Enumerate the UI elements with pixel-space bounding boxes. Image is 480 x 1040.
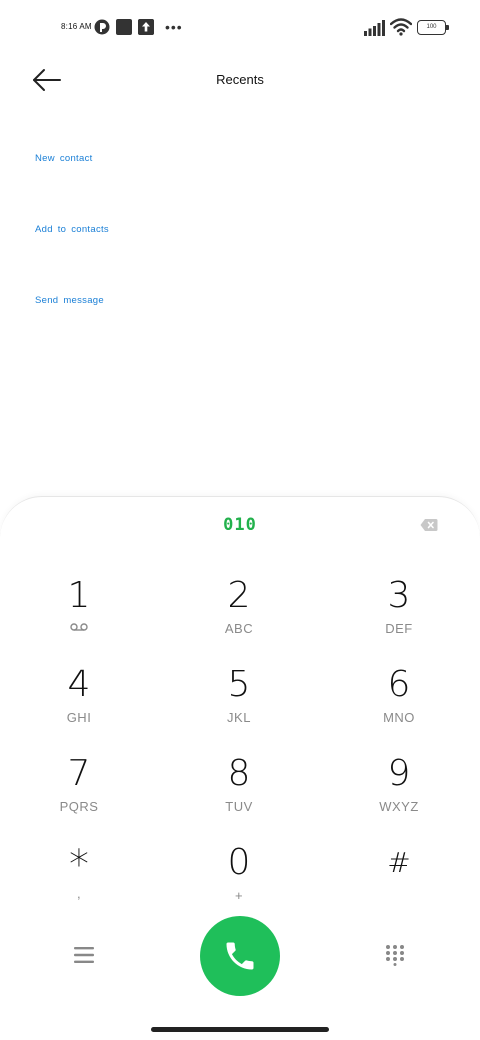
dialed-number[interactable]: 010 — [0, 515, 480, 535]
add-to-contacts-link[interactable]: Add to contacts — [35, 224, 109, 235]
voicemail-icon — [70, 623, 88, 631]
upload-icon — [138, 19, 154, 35]
key-1[interactable]: 1 — [29, 578, 129, 648]
menu-icon — [74, 947, 94, 963]
key-letters: , — [76, 886, 82, 901]
key-letters: PQRS — [59, 799, 99, 814]
key-letters: ABC — [224, 621, 254, 636]
notification-circle-icon — [94, 19, 110, 35]
key-star[interactable]: * , — [29, 845, 129, 915]
key-digit: 3 — [387, 575, 411, 616]
key-digit: 8 — [227, 753, 251, 794]
send-message-link[interactable]: Send message — [35, 295, 104, 306]
key-letters: GHI — [66, 710, 92, 725]
key-letters: MNO — [383, 710, 415, 725]
key-7[interactable]: 7 PQRS — [29, 756, 129, 826]
key-digit: 5 — [227, 664, 251, 705]
key-6[interactable]: 6 MNO — [349, 667, 449, 737]
key-digit: 7 — [67, 753, 91, 794]
key-9[interactable]: 9 WXYZ — [349, 756, 449, 826]
key-letters: + — [234, 888, 244, 903]
key-8[interactable]: 8 TUV — [189, 756, 289, 826]
key-digit: 2 — [227, 575, 251, 616]
wifi-icon — [390, 18, 412, 36]
battery-icon: 100 — [417, 20, 449, 35]
page-title: Recents — [216, 72, 264, 87]
key-digit: 1 — [67, 575, 91, 616]
key-3[interactable]: 3 DEF — [349, 578, 449, 648]
key-digit: # — [387, 846, 411, 879]
key-letters: WXYZ — [379, 799, 419, 814]
key-digit: 4 — [67, 664, 91, 705]
key-letters: JKL — [227, 710, 251, 725]
key-digit: * — [69, 842, 89, 888]
menu-button[interactable] — [73, 946, 95, 964]
backspace-button[interactable] — [420, 518, 438, 532]
more-dots-icon: ••• — [165, 19, 183, 35]
key-0[interactable]: 0 + — [189, 845, 289, 915]
key-digit: 9 — [387, 753, 411, 794]
keypad-toggle-button[interactable] — [385, 944, 405, 966]
key-2[interactable]: 2 ABC — [189, 578, 289, 648]
phone-icon — [226, 942, 254, 970]
notification-square-icon — [116, 19, 132, 35]
key-digit: 0 — [227, 842, 251, 883]
status-bar: 8:16 AM ••• 100 — [0, 0, 480, 56]
key-4[interactable]: 4 GHI — [29, 667, 129, 737]
new-contact-link[interactable]: New contact — [35, 153, 93, 164]
status-time: 8:16 AM — [61, 22, 92, 31]
signal-icon — [364, 20, 385, 36]
battery-cap — [446, 25, 449, 30]
dialpad-icon — [386, 945, 404, 966]
home-indicator[interactable] — [151, 1027, 329, 1032]
key-letters: TUV — [225, 799, 253, 814]
backspace-icon — [420, 519, 438, 531]
call-button[interactable] — [200, 916, 280, 996]
battery-level: 100 — [426, 24, 437, 30]
key-hash[interactable]: # — [349, 845, 449, 915]
key-digit: 6 — [387, 664, 411, 705]
key-5[interactable]: 5 JKL — [189, 667, 289, 737]
key-letters: DEF — [385, 621, 413, 636]
